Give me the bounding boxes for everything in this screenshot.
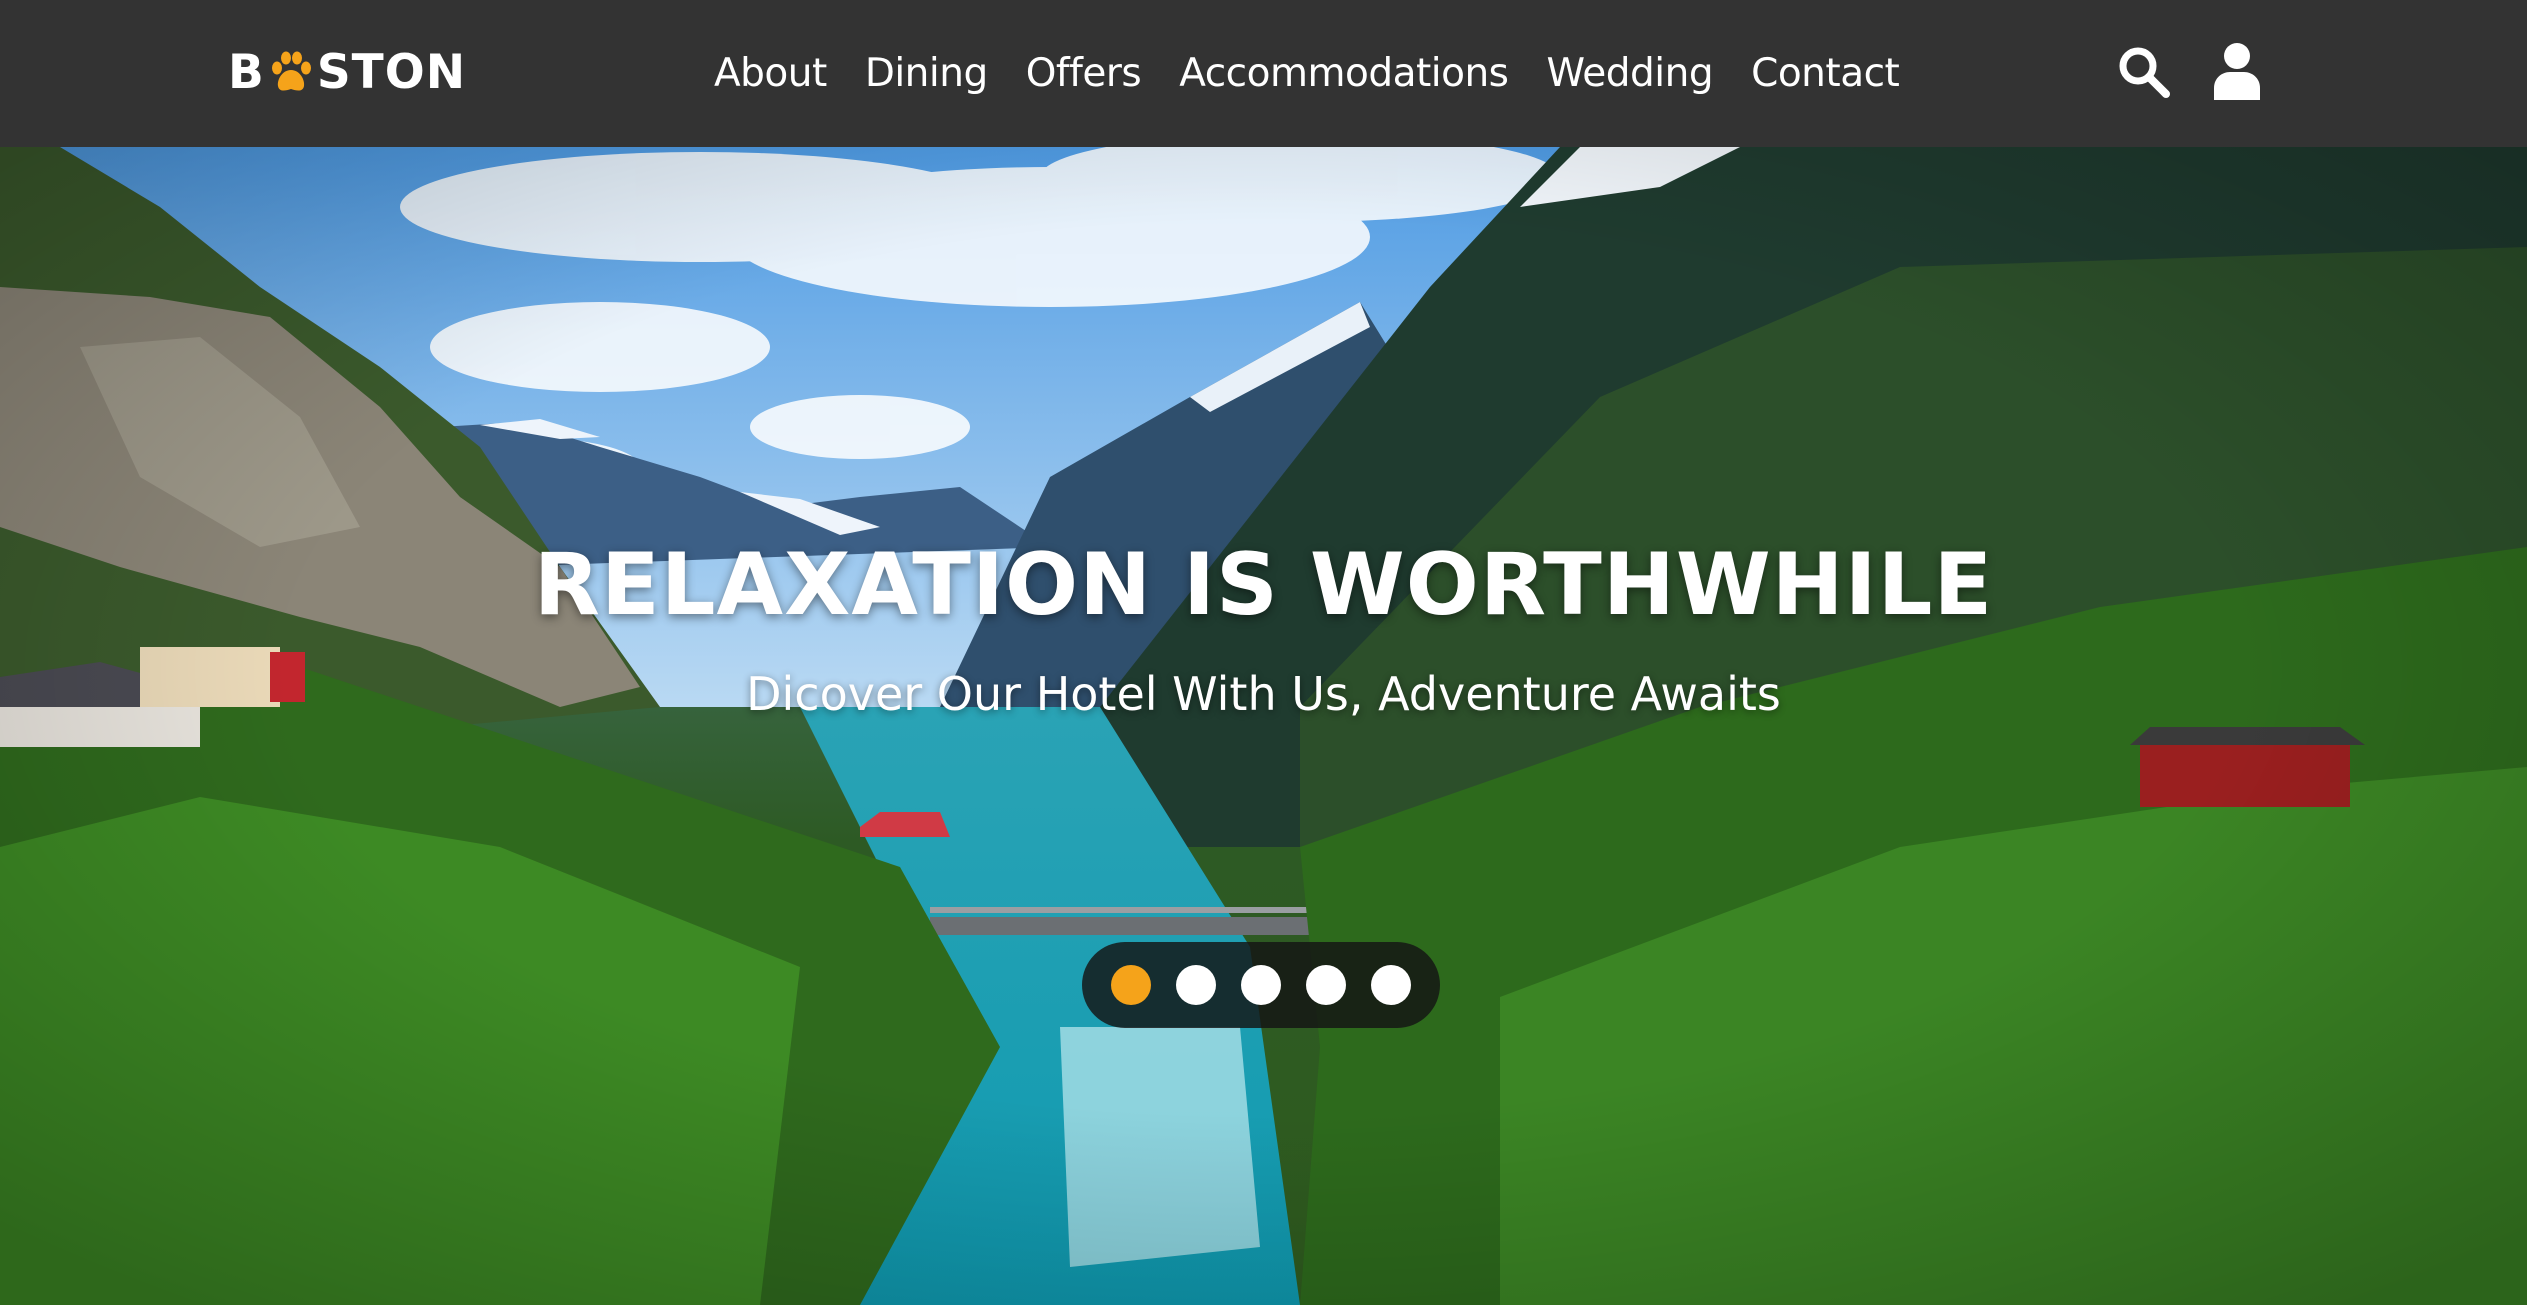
logo-text-start: B xyxy=(228,44,265,100)
carousel-dot-3[interactable] xyxy=(1241,965,1281,1005)
nav-link-offers[interactable]: Offers xyxy=(1026,51,1142,96)
hero-banner: RELAXATION IS WORTHWHILE Dicover Our Hot… xyxy=(0,147,2527,1305)
search-icon[interactable] xyxy=(2116,44,2172,100)
nav-link-accommodations[interactable]: Accommodations xyxy=(1179,51,1509,96)
carousel-indicators xyxy=(1082,942,1440,1028)
nav-link-contact[interactable]: Contact xyxy=(1751,51,1900,96)
carousel-dot-5[interactable] xyxy=(1371,965,1411,1005)
carousel-dot-2[interactable] xyxy=(1176,965,1216,1005)
brand-logo[interactable]: B STON xyxy=(228,44,466,100)
carousel-dot-1[interactable] xyxy=(1111,965,1151,1005)
nav-link-about[interactable]: About xyxy=(714,51,827,96)
nav-link-dining[interactable]: Dining xyxy=(865,51,988,96)
paw-icon xyxy=(271,51,311,91)
hero-background-image xyxy=(0,147,2527,1305)
logo-text-end: STON xyxy=(316,44,467,100)
hero-title: RELAXATION IS WORTHWHILE xyxy=(533,535,1994,635)
carousel-dot-4[interactable] xyxy=(1306,965,1346,1005)
hero-subtitle: Dicover Our Hotel With Us, Adventure Awa… xyxy=(746,667,1781,721)
main-nav: About Dining Offers Accommodations Weddi… xyxy=(714,42,1900,104)
nav-link-wedding[interactable]: Wedding xyxy=(1547,51,1714,96)
site-header: B STON About Dining Offers Accommodation… xyxy=(0,0,2527,147)
user-icon[interactable] xyxy=(2212,42,2262,100)
